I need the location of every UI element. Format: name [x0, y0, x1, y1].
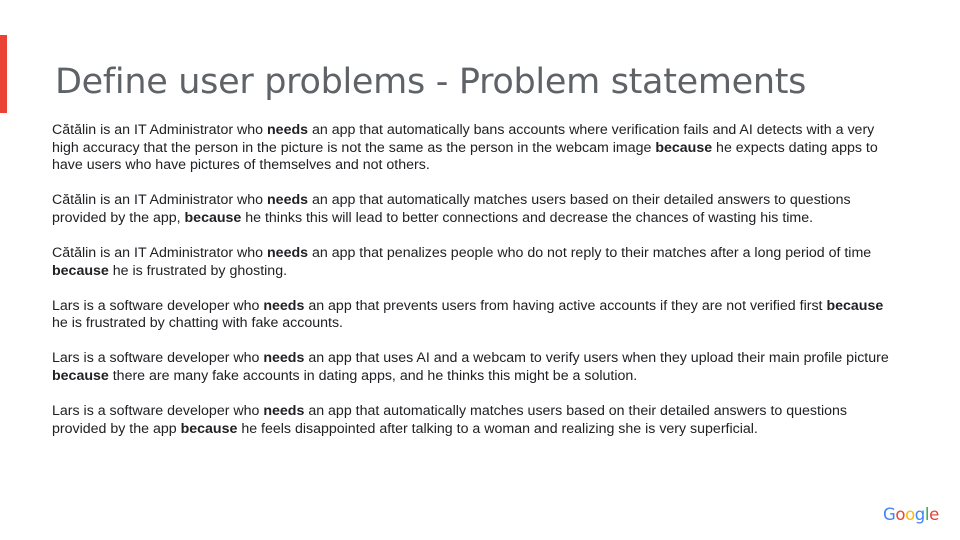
logo-letter: o	[895, 505, 906, 524]
keyword-needs: needs	[263, 403, 305, 420]
google-logo: Google	[883, 505, 939, 524]
keyword-because: because	[826, 297, 884, 314]
logo-letter: e	[929, 505, 939, 524]
keyword-needs: needs	[267, 122, 309, 138]
statement-text: Cătălin is an IT Administrator who	[52, 122, 268, 138]
keyword-because: because	[184, 209, 242, 226]
problem-statement-2: Cătălin is an IT Administrator who needs…	[52, 192, 902, 227]
accent-bar	[0, 35, 7, 113]
problem-statement-4: Lars is a software developer who needs a…	[52, 298, 902, 333]
statement-text: Lars is a software developer who	[52, 297, 264, 314]
keyword-needs: needs	[263, 350, 305, 367]
statement-text: Lars is a software developer who	[52, 350, 264, 367]
statement-text: he is frustrated by ghosting.	[108, 262, 288, 279]
problem-statement-6: Lars is a software developer who needs a…	[52, 403, 902, 438]
keyword-because: because	[180, 420, 238, 437]
keyword-because: because	[655, 139, 713, 156]
logo-letter: o	[905, 505, 915, 524]
slide-title: Define user problems - Problem statement…	[55, 62, 807, 102]
keyword-needs: needs	[267, 244, 309, 261]
logo-letter: g	[914, 505, 925, 524]
statement-text: he thinks this will lead to better conne…	[241, 209, 814, 226]
problem-statement-5: Lars is a software developer who needs a…	[52, 350, 902, 385]
keyword-needs: needs	[267, 192, 309, 209]
keyword-because: because	[52, 367, 109, 384]
problem-statements: Cătălin is an IT Administrator who needs…	[52, 122, 902, 456]
problem-statement-3: Cătălin is an IT Administrator who needs…	[52, 245, 902, 280]
statement-text: Cătălin is an IT Administrator who	[52, 192, 268, 209]
statement-text: Cătălin is an IT Administrator who	[52, 244, 268, 261]
keyword-needs: needs	[263, 297, 305, 314]
statement-text: an app that uses AI and a webcam to veri…	[304, 350, 889, 367]
statement-text: an app that prevents users from having a…	[304, 297, 827, 314]
statement-text: there are many fake accounts in dating a…	[108, 367, 638, 384]
statement-text: Lars is a software developer who	[52, 403, 264, 420]
statement-text: he feels disappointed after talking to a…	[237, 420, 758, 437]
statement-text: he is frustrated by chatting with fake a…	[52, 315, 343, 332]
logo-letter: G	[883, 505, 896, 524]
problem-statement-1: Cătălin is an IT Administrator who needs…	[52, 122, 902, 175]
keyword-because: because	[52, 262, 109, 279]
statement-text: an app that penalizes people who do not …	[308, 244, 872, 261]
